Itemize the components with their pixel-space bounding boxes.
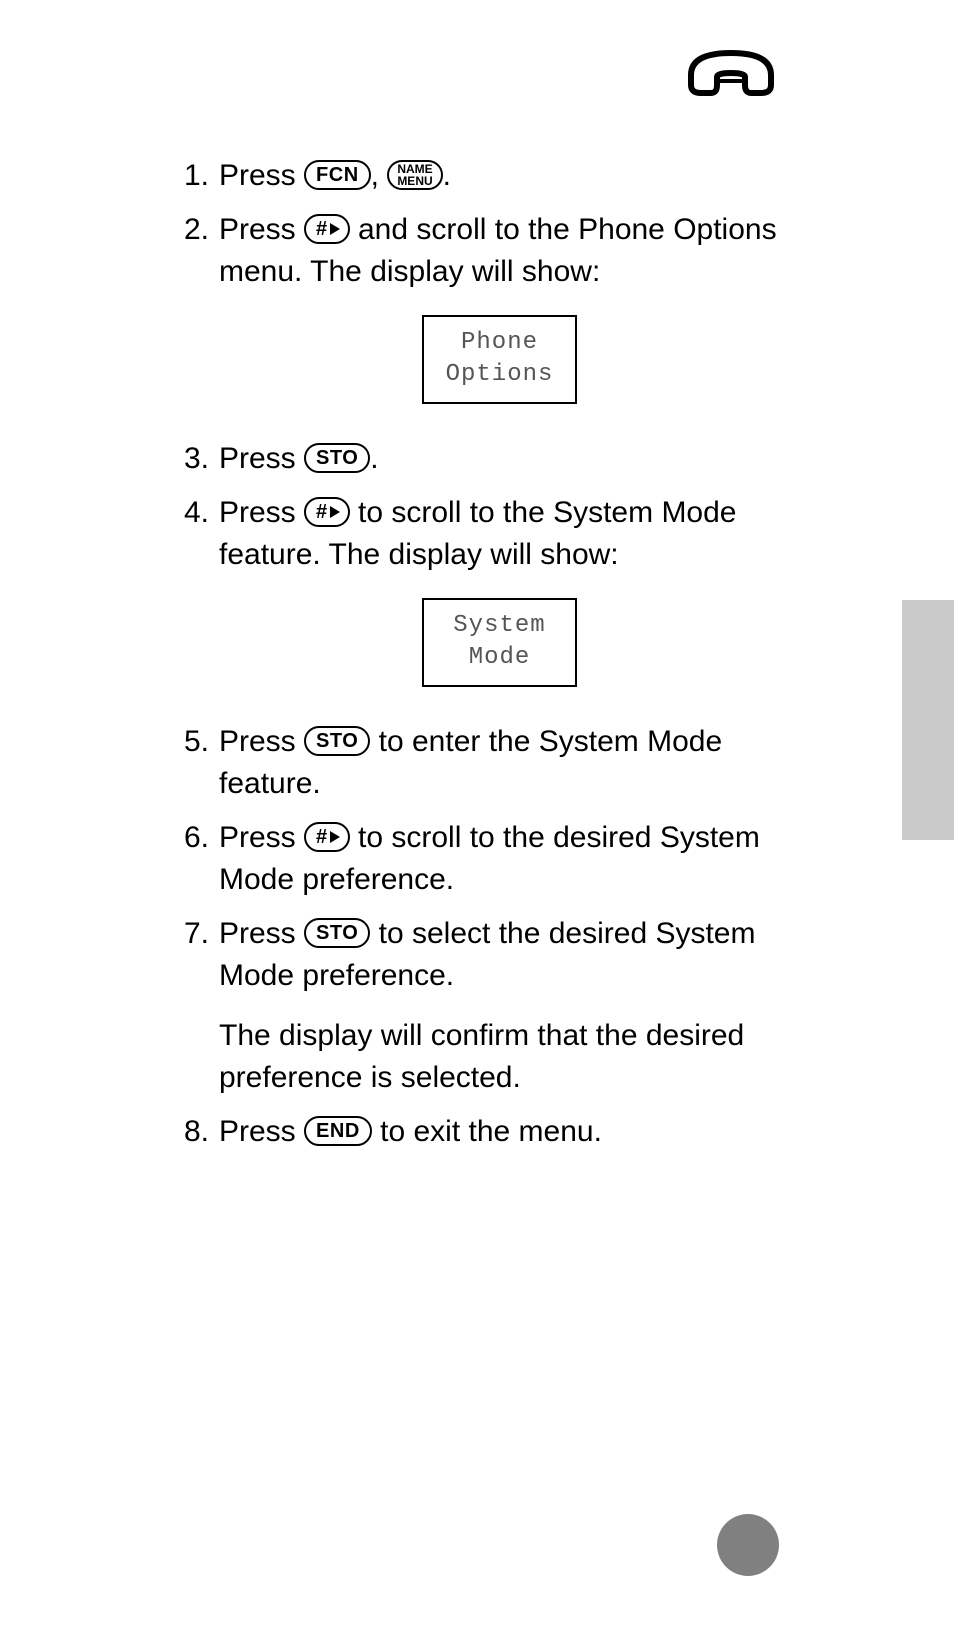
step-number: 4.: [175, 492, 219, 709]
key-fcn: FCN: [304, 160, 371, 190]
step-number: 7.: [175, 913, 219, 1099]
text: Press: [219, 917, 304, 950]
key-name-menu: NAME MENU: [387, 160, 442, 190]
step-8: 8. Press END to exit the menu.: [175, 1111, 780, 1153]
step-1: 1. Press FCN, NAME MENU .: [175, 155, 780, 197]
text: .: [443, 159, 451, 192]
step-6: 6. Press # to scroll to the desired Syst…: [175, 817, 780, 901]
step-number: 6.: [175, 817, 219, 901]
key-hash-right: #: [304, 214, 350, 244]
key-sto: STO: [304, 443, 370, 473]
key-hash-right: #: [304, 822, 350, 852]
text: Press: [219, 1115, 304, 1148]
side-tab: [902, 600, 954, 840]
step-number: 2.: [175, 209, 219, 426]
text: Press: [219, 496, 304, 529]
key-sto: STO: [304, 918, 370, 948]
text: to exit the menu.: [380, 1115, 602, 1148]
step-4: 4. Press # to scroll to the System Mode …: [175, 492, 780, 709]
instruction-list: 1. Press FCN, NAME MENU . 2. Press # and…: [175, 155, 780, 1165]
step-7: 7. Press STO to select the desired Syste…: [175, 913, 780, 1099]
key-end: END: [304, 1116, 372, 1146]
text: Press: [219, 821, 304, 854]
step-2: 2. Press # and scroll to the Phone Optio…: [175, 209, 780, 426]
phone-handset-icon: [683, 45, 779, 104]
text: The display will confirm that the desire…: [219, 1015, 780, 1099]
step-number: 5.: [175, 721, 219, 805]
text: Press: [219, 725, 304, 758]
display-phone-options: Phone Options: [422, 315, 577, 404]
text: .: [370, 442, 378, 475]
key-hash-right: #: [304, 497, 350, 527]
display-system-mode: System Mode: [422, 598, 577, 687]
key-sto: STO: [304, 726, 370, 756]
text: Press: [219, 442, 304, 475]
step-5: 5. Press STO to enter the System Mode fe…: [175, 721, 780, 805]
step-number: 3.: [175, 438, 219, 480]
step-number: 1.: [175, 155, 219, 197]
text: ,: [371, 159, 388, 192]
step-3: 3. Press STO.: [175, 438, 780, 480]
text: Press: [219, 213, 304, 246]
page-number-dot: [717, 1514, 779, 1576]
text: Press: [219, 159, 304, 192]
step-number: 8.: [175, 1111, 219, 1153]
